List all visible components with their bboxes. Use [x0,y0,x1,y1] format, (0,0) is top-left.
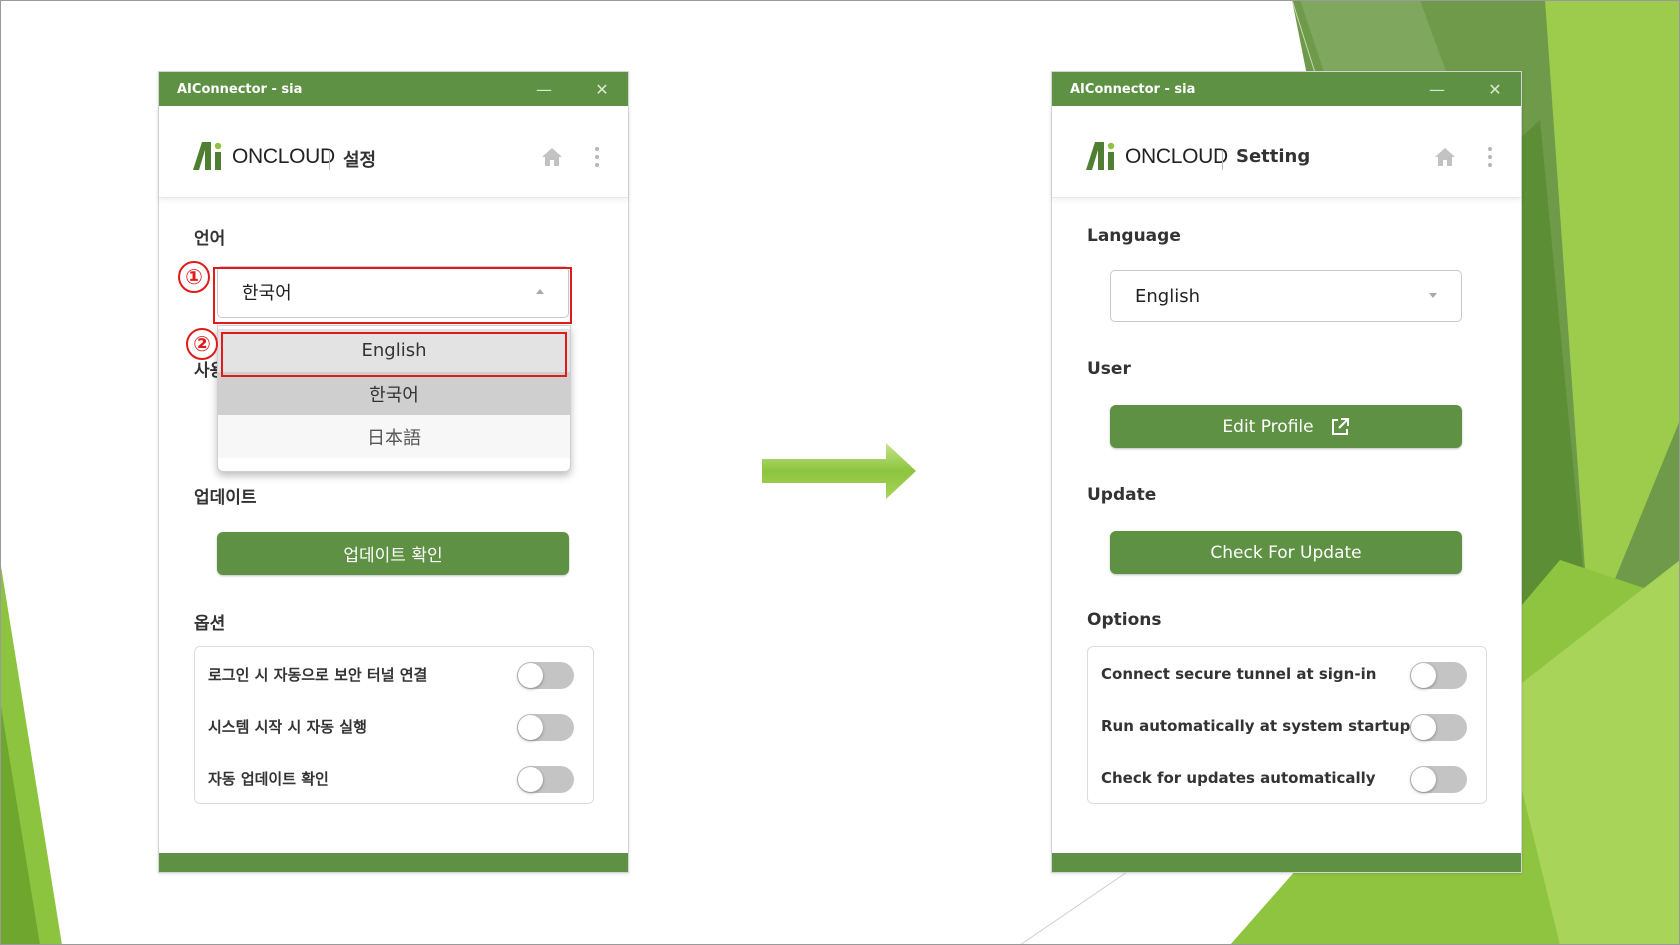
logo-ai-glyph-icon [1086,142,1115,170]
toggle-knob [1411,715,1436,740]
toggle-knob [1411,663,1436,688]
right-app-window: AIConnector - sia — ✕ ONCLOUD Setting La… [1051,71,1522,873]
user-label: User [1087,359,1131,379]
footer-bar [1052,853,1521,872]
aioncloud-logo: ONCLOUD [193,136,335,170]
language-selected-value: 한국어 [242,283,292,304]
language-dropdown-menu: English 한국어 日本語 [217,325,571,472]
home-icon[interactable] [540,146,564,168]
page-title: Setting [1236,146,1311,167]
auto-tunnel-toggle[interactable] [1410,662,1467,689]
option-row: 시스템 시작 시 자동 실행 [195,706,593,746]
option-row: 자동 업데이트 확인 [195,758,593,798]
options-panel: 로그인 시 자동으로 보안 터널 연결 시스템 시작 시 자동 실행 자동 업데… [194,646,594,804]
option-label: 자동 업데이트 확인 [208,769,329,788]
auto-update-toggle[interactable] [1410,766,1467,793]
header-divider [329,150,330,170]
dropdown-option-english[interactable]: English [218,329,570,372]
logo-ai-glyph-icon [193,142,222,170]
auto-tunnel-toggle[interactable] [517,662,574,689]
aioncloud-logo: ONCLOUD [1086,136,1228,170]
header-divider [1222,150,1223,170]
step-2-marker: ② [186,328,218,360]
more-menu-icon[interactable] [592,146,602,168]
dropdown-option-korean[interactable]: 한국어 [218,372,570,415]
option-row: Connect secure tunnel at sign-in [1088,654,1486,694]
app-header: ONCLOUD 설정 [159,106,628,198]
minimize-icon[interactable]: — [530,76,558,102]
toggle-knob [1411,767,1436,792]
edit-profile-label: Edit Profile [1222,416,1314,437]
auto-start-toggle[interactable] [517,714,574,741]
left-app-window: AIConnector - sia — ✕ ONCLOUD 설정 언어 한국어 … [158,71,629,873]
footer-bar [159,853,628,872]
language-select[interactable]: English [1110,270,1462,322]
edit-profile-button[interactable]: Edit Profile [1110,405,1462,448]
option-row: 로그인 시 자동으로 보안 터널 연결 [195,654,593,694]
options-label: Options [1087,610,1162,630]
external-link-icon [1331,417,1349,435]
option-label: 로그인 시 자동으로 보안 터널 연결 [208,665,428,684]
home-icon[interactable] [1433,146,1457,168]
close-icon[interactable]: ✕ [1481,76,1509,102]
logo-wordmark: ONCLOUD [232,145,335,168]
option-label: 시스템 시작 시 자동 실행 [208,717,367,736]
option-label: Check for updates automatically [1101,769,1376,787]
title-bar[interactable]: AIConnector - sia — ✕ [159,72,628,106]
minimize-icon[interactable]: — [1423,76,1451,102]
option-label: Connect secure tunnel at sign-in [1101,665,1377,683]
arrow-right-icon [762,443,916,499]
chevron-down-icon [1429,293,1437,298]
check-update-button[interactable]: Check For Update [1110,531,1462,574]
options-panel: Connect secure tunnel at sign-in Run aut… [1087,646,1487,804]
language-selected-value: English [1135,285,1200,307]
dropdown-option-japanese[interactable]: 日本語 [218,415,570,458]
update-label: 업데이트 [194,488,257,508]
more-menu-icon[interactable] [1485,146,1495,168]
window-title: AIConnector - sia [1070,81,1196,97]
options-label: 옵션 [194,614,226,634]
language-label: 언어 [194,229,226,249]
check-update-button[interactable]: 업데이트 확인 [217,532,569,575]
language-select[interactable]: 한국어 [217,266,569,318]
language-label: Language [1087,226,1181,246]
step-1-marker: ① [178,261,210,293]
option-row: Run automatically at system startup [1088,706,1486,746]
auto-start-toggle[interactable] [1410,714,1467,741]
toggle-knob [518,663,543,688]
close-icon[interactable]: ✕ [588,76,616,102]
title-bar[interactable]: AIConnector - sia — ✕ [1052,72,1521,106]
option-label: Run automatically at system startup [1101,717,1411,735]
toggle-knob [518,767,543,792]
app-header: ONCLOUD Setting [1052,106,1521,198]
auto-update-toggle[interactable] [517,766,574,793]
option-row: Check for updates automatically [1088,758,1486,798]
chevron-up-icon [536,289,544,294]
logo-wordmark: ONCLOUD [1125,145,1228,168]
page-title: 설정 [343,150,377,171]
window-title: AIConnector - sia [177,81,303,97]
update-label: Update [1087,485,1157,505]
toggle-knob [518,715,543,740]
